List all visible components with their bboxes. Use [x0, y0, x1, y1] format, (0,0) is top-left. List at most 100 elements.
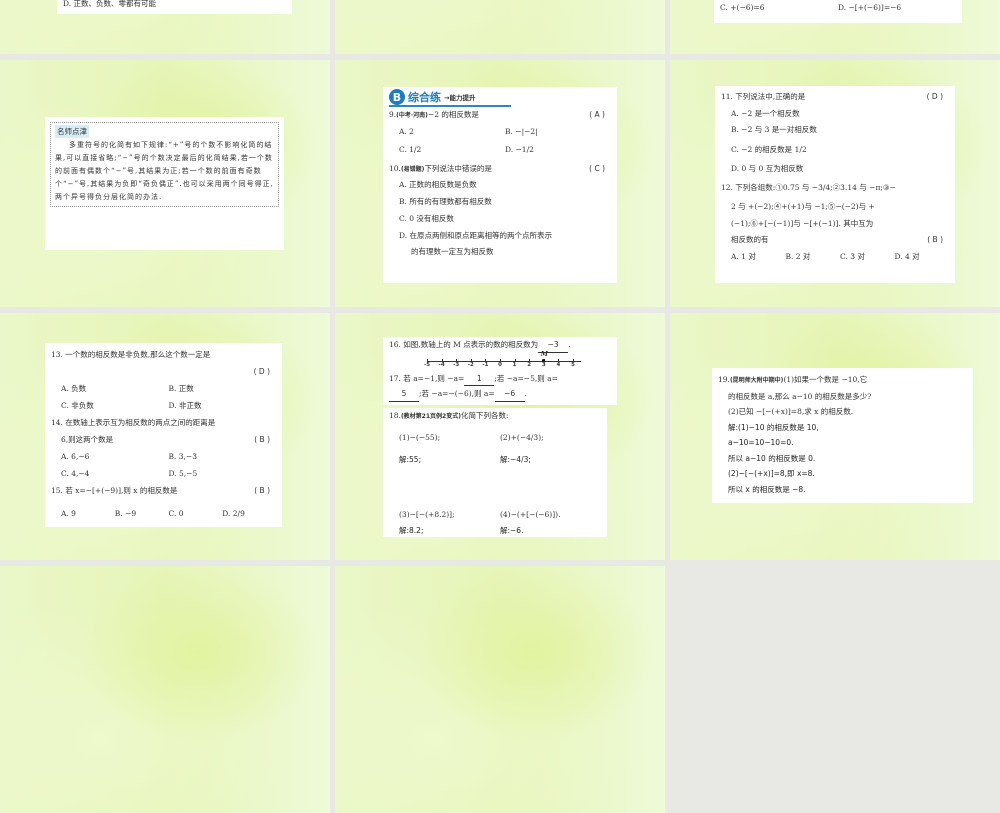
- q19-text: (1)如果一个数是 −10,它: [783, 375, 868, 384]
- option-c: C. +(−6)=6: [720, 3, 765, 12]
- q17-text: 17. 若 a=−1,则 −a=: [389, 373, 465, 383]
- q18-text: 化简下列各数:: [460, 411, 509, 420]
- number-line: -5 -4 -3 -2 -1 0 1 2 3 4 5 M: [424, 349, 581, 373]
- tip-title: 名师点津: [55, 125, 89, 138]
- slide-thumbnail[interactable]: B 综合练 →能力提升 9.(中考·河南)−2 的相反数是( A ) A. 2B…: [335, 60, 665, 307]
- section-title: 综合练: [408, 91, 441, 104]
- slide-thumbnail[interactable]: 名师点津 多重符号的化简有如下规律:“+”号的个数不影响化简的结果,可以直接省略…: [0, 60, 330, 307]
- number-line-label: 0: [498, 361, 502, 368]
- slide-thumbnail[interactable]: 19.(昆明师大附中期中)(1)如果一个数是 −10,它 的相反数是 a,那么 …: [670, 313, 1000, 560]
- slide-content: D. 正数、负数、零都有可能: [57, 0, 292, 14]
- option-a: A. 6,−6: [61, 452, 90, 461]
- option-c: C. 4,−4: [61, 469, 90, 478]
- q19-number: 19.: [718, 375, 730, 384]
- q10-answer: ( C ): [589, 163, 605, 173]
- option-a: A. 2: [399, 126, 414, 136]
- solution-line: a−10=10−10=0.: [728, 438, 794, 447]
- q16-text: 16. 如图,数轴上的 M 点表示的数的相反数为: [389, 340, 539, 349]
- section-header: B 综合练 →能力提升: [389, 89, 511, 107]
- option-d: D. −[+(−6)]=−6: [838, 3, 902, 12]
- option-c: C. 0 没有相反数: [399, 214, 454, 223]
- q10-tag: (易错题): [400, 165, 425, 173]
- point-m-label: M: [540, 349, 548, 358]
- option-b: B. −|−2|: [505, 126, 538, 136]
- part-4: (4)−(+[−(−6)]).: [500, 509, 561, 519]
- option-d: D. 在原点两侧和原点距离相等的两个点所表示: [399, 231, 553, 240]
- solution-line: 解:(1)−10 的相反数是 10,: [728, 422, 819, 432]
- part-3: (3)−[−(+8.2)];: [399, 509, 455, 519]
- q12-text: (−1);⑥+[−(−1)]与 −[+(−1)]. 其中互为: [731, 218, 874, 228]
- slide-thumbnail[interactable]: D. 正数、负数、零都有可能: [0, 0, 330, 54]
- q17-end: .: [524, 389, 528, 398]
- tip-box: 名师点津 多重符号的化简有如下规律:“+”号的个数不影响化简的结果,可以直接省略…: [45, 117, 284, 250]
- slide-thumbnail[interactable]: [335, 566, 665, 813]
- solution-3: 解:8.2;: [399, 526, 424, 535]
- q12-text: 相反数的有: [731, 235, 769, 244]
- slide-thumbnail[interactable]: 16. 如图,数轴上的 M 点表示的数的相反数为 −3. -5 -4 -3 -2 -1 0 1…: [335, 313, 665, 560]
- option-c: C. 3 对: [840, 251, 865, 261]
- slide-content: C. +(−6)=6 D. −[+(−6)]=−6: [714, 0, 962, 23]
- q14-text: 6,则这两个数是: [61, 435, 114, 444]
- q18-number: 18.: [389, 411, 401, 420]
- number-line-label: -3: [453, 361, 460, 368]
- number-line-label: 5: [571, 361, 575, 368]
- slide-content: 19.(昆明师大附中期中)(1)如果一个数是 −10,它 的相反数是 a,那么 …: [712, 368, 973, 503]
- q13-text: 13. 一个数的相反数是非负数,那么这个数一定是: [51, 350, 211, 359]
- q15-text: 15. 若 x=−[+(−9)],则 x 的相反数是: [51, 486, 178, 495]
- option-b: B. −9: [114, 509, 137, 518]
- q14-answer: ( B ): [254, 435, 270, 444]
- slide-content: 13. 一个数的相反数是非负数,那么这个数一定是 ( D ) A. 负数 B. 正…: [45, 343, 282, 527]
- option-c: C. 1/2: [399, 145, 422, 154]
- q14-text: 14. 在数轴上表示互为相反数的两点之间的距离是: [51, 418, 216, 427]
- option-d: D. −1/2: [505, 145, 534, 154]
- number-line-label: 4: [556, 361, 561, 368]
- number-line-label: -5: [423, 361, 431, 368]
- solution-1: 解:55;: [399, 455, 422, 464]
- slide-thumbnail[interactable]: 11. 下列说法中,正确的是 ( D ) A. −2 是一个相反数 B. −2 与…: [670, 60, 1000, 307]
- option-d: D. 正数、负数、零都有可能: [63, 0, 157, 8]
- q9-tag: (中考·河南): [396, 112, 428, 119]
- option-d: D. 4 对: [894, 251, 920, 261]
- slide-content: 18.(教材第21页例2变式)化简下列各数: (1)−(−55); (2)+(−4…: [383, 408, 607, 537]
- solution-4: 解:−6.: [500, 526, 524, 535]
- solution-2: 解:−4/3;: [500, 455, 531, 464]
- solution-line: (2)−[−(+x)]=8,即 x=8.: [728, 469, 815, 478]
- q17-blank-2: 5: [389, 388, 419, 402]
- number-line-label: 3: [541, 361, 546, 368]
- section-badge: B: [389, 89, 405, 105]
- q19-tag: (昆明师大附中期中): [729, 377, 784, 384]
- number-line-label: -1: [482, 361, 489, 368]
- slide-content: B 综合练 →能力提升 9.(中考·河南)−2 的相反数是( A ) A. 2B…: [383, 87, 617, 283]
- number-line-label: -2: [467, 361, 474, 368]
- q12-text: 12. 下列各组数:①0.75 与 −3/4;②3.14 与 −π;③−: [721, 183, 896, 192]
- slide-content: 11. 下列说法中,正确的是 ( D ) A. −2 是一个相反数 B. −2 与…: [715, 86, 955, 283]
- option-b: B. 2 对: [785, 251, 811, 261]
- q10-text: 下列说法中错误的是: [424, 163, 492, 173]
- q17-text: ;若 −a=−(−6),则 a=: [419, 389, 495, 398]
- part-1: (1)−(−55);: [399, 432, 441, 442]
- option-d: D. 2/9: [222, 509, 245, 518]
- slide-thumbnail[interactable]: [0, 566, 330, 813]
- option-a: A. −2 是一个相反数: [731, 108, 800, 118]
- slide-thumbnail[interactable]: C. +(−6)=6 D. −[+(−6)]=−6: [670, 0, 1000, 54]
- number-line-label: 2: [527, 361, 532, 368]
- slide-thumbnail[interactable]: 13. 一个数的相反数是非负数,那么这个数一定是 ( D ) A. 负数 B. 正…: [0, 313, 330, 560]
- number-line-label: -4: [438, 361, 445, 368]
- option-a: A. 1 对: [731, 251, 756, 261]
- option-a: A. 9: [61, 509, 76, 518]
- q12-answer: ( B ): [927, 235, 943, 244]
- q12-text: 2 与 +(−2);④+(+1)与 −1;⑤−(−2)与 +: [731, 202, 875, 211]
- q9-text: −2 的相反数是: [427, 110, 479, 119]
- q9-answer: ( A ): [589, 110, 605, 119]
- q11-answer: ( D ): [926, 92, 943, 101]
- slide-content: 16. 如图,数轴上的 M 点表示的数的相反数为 −3. -5 -4 -3 -2 -1 0 1…: [383, 337, 617, 405]
- option-d: D. 非正数: [168, 401, 202, 410]
- option-b: B. 所有的有理数都有相反数: [399, 197, 492, 206]
- slide-thumbnail[interactable]: [335, 0, 665, 54]
- q10-number: 10.: [389, 163, 401, 173]
- part-2: (2)+(−4/3);: [500, 432, 544, 442]
- number-line-label: 1: [512, 361, 517, 368]
- solution-line: 所以 a−10 的相反数是 0.: [728, 453, 816, 463]
- option-b: B. 正数: [168, 384, 194, 393]
- tip-text: 多重符号的化简有如下规律:“+”号的个数不影响化简的结果,可以直接省略;“−”号…: [55, 141, 274, 201]
